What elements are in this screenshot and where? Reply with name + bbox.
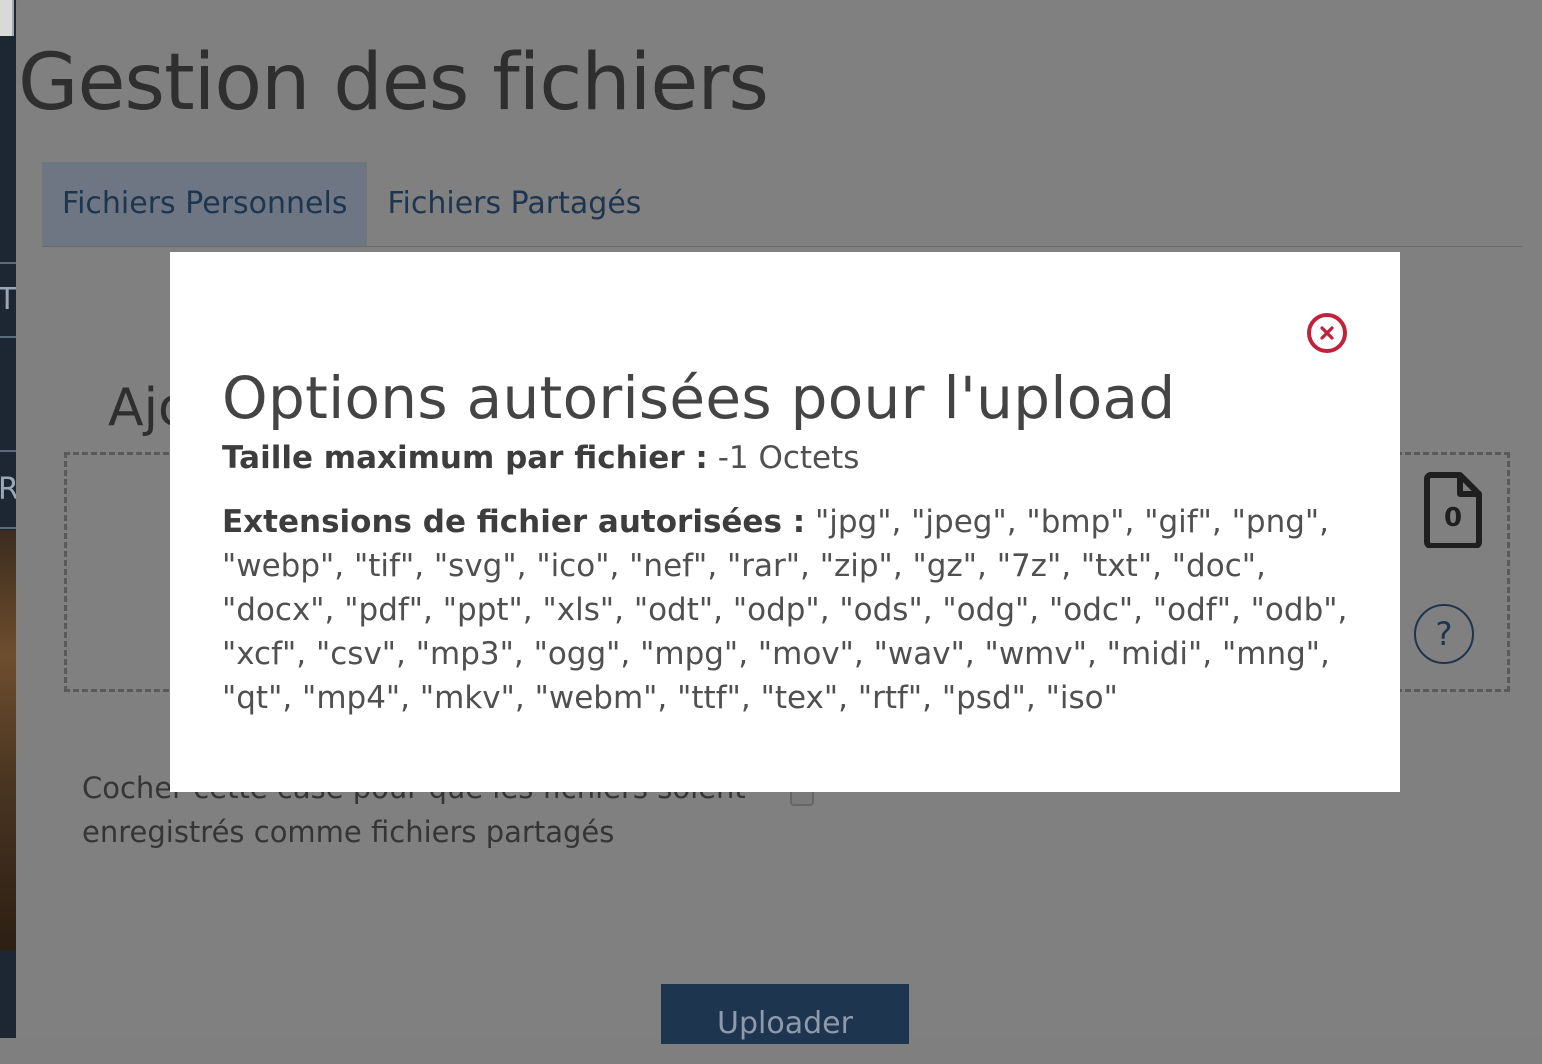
tab-divider [42, 246, 1522, 247]
page-title: Gestion des fichiers [18, 38, 769, 128]
tab-bar: Fichiers Personnels Fichiers Partagés [42, 162, 661, 246]
file-count: 0 [1444, 503, 1462, 533]
tab-shared-files[interactable]: Fichiers Partagés [367, 162, 661, 246]
max-size-value: -1 Octets [717, 440, 860, 476]
sidebar-divider [0, 450, 16, 452]
sidebar-item-letter[interactable]: T [0, 282, 16, 317]
max-size-label: Taille maximum par fichier : [222, 440, 708, 476]
max-size-line: Taille maximum par fichier : -1 Octets [222, 440, 859, 476]
sidebar-photo [0, 530, 16, 950]
extensions-block: Extensions de fichier autorisées : "jpg"… [222, 500, 1352, 720]
extensions-label: Extensions de fichier autorisées : [222, 504, 806, 540]
sidebar-divider [0, 336, 16, 338]
close-icon [1320, 326, 1334, 340]
left-sidebar-strip: T R [0, 0, 19, 1038]
file-count-icon: 0 [1424, 472, 1482, 549]
help-button[interactable]: ? [1414, 604, 1474, 664]
close-modal-button[interactable] [1307, 313, 1347, 353]
sidebar-divider [0, 262, 16, 264]
app-icon [0, 0, 14, 36]
sidebar-divider [0, 527, 16, 529]
upload-options-modal: Options autorisées pour l'upload Taille … [170, 252, 1400, 792]
modal-title: Options autorisées pour l'upload [222, 364, 1176, 432]
upload-button[interactable]: Uploader [661, 984, 909, 1044]
tab-personal-files[interactable]: Fichiers Personnels [42, 162, 368, 246]
